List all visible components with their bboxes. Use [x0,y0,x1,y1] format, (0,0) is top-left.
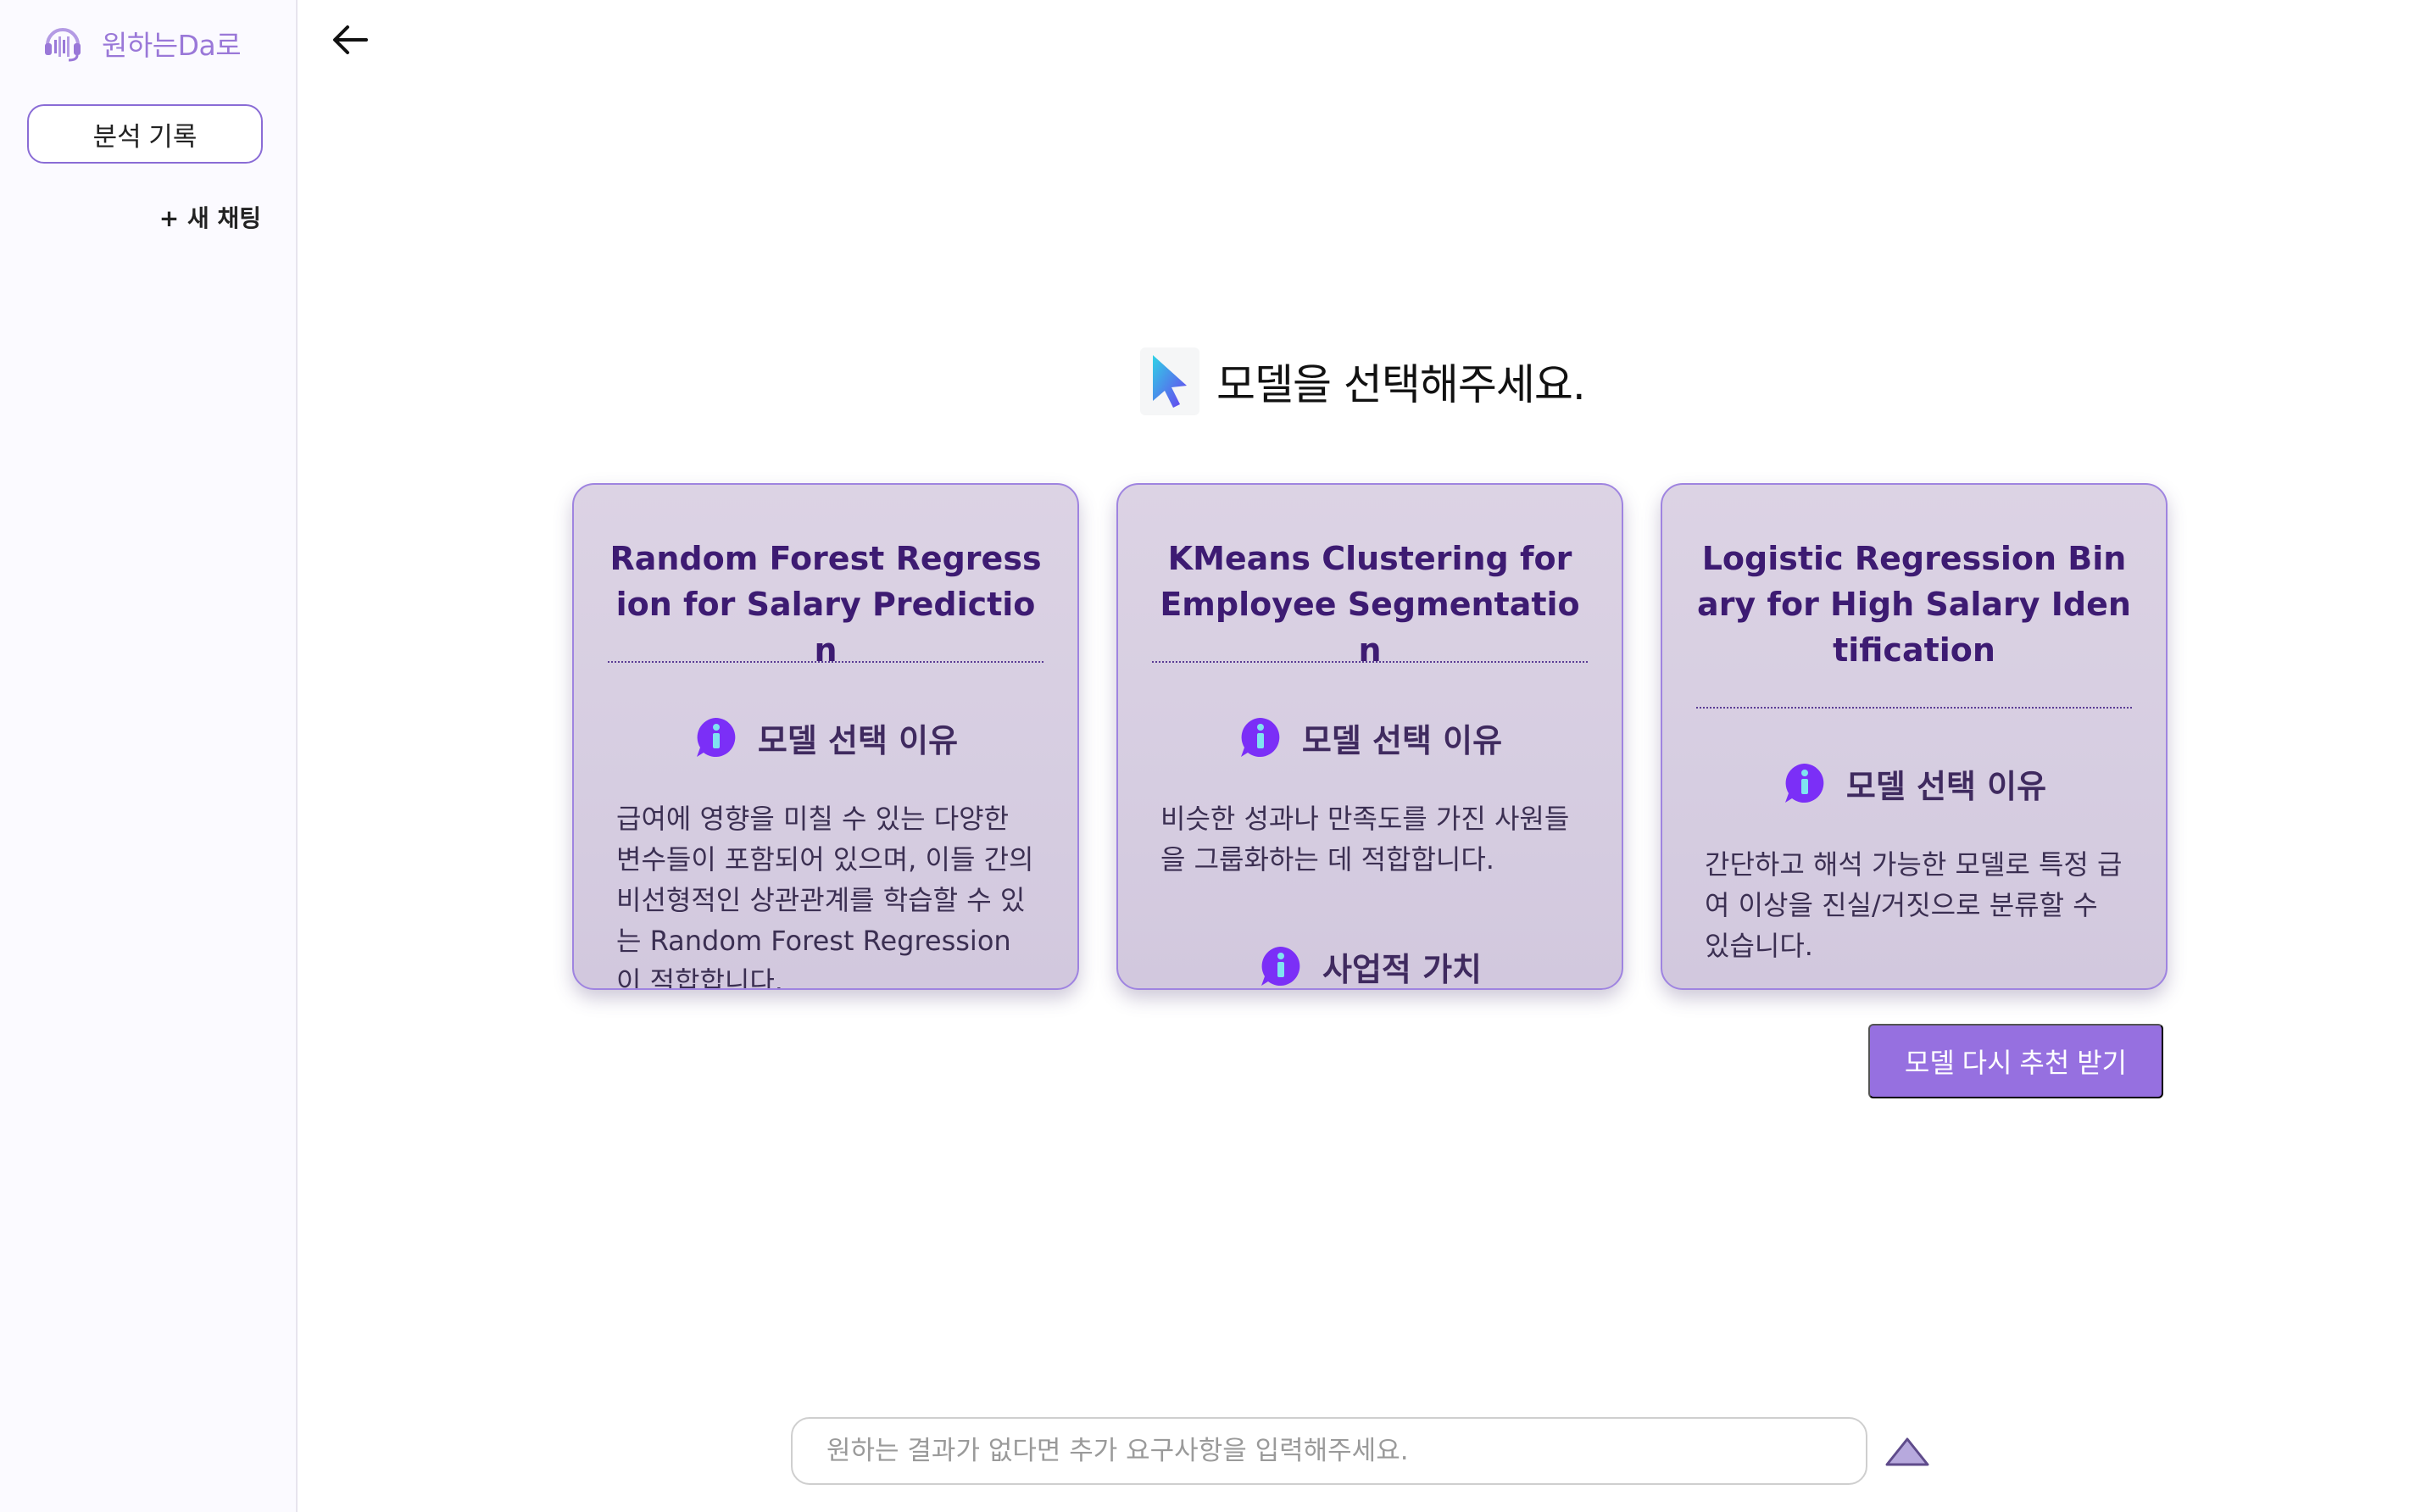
cursor-pointer-icon [1140,347,1199,415]
section-reason: 모델 선택 이유 [1118,714,1622,761]
info-icon [1261,946,1300,986]
card-divider [1696,707,2132,709]
new-chat-button[interactable]: + 새 채팅 [159,200,261,234]
model-card-logistic-regression[interactable]: Logistic Regression Binary for High Sala… [1661,483,2168,990]
section-label: 사업적 가치 [1322,950,1483,988]
brand[interactable]: 원하는Da로 [42,20,242,66]
info-icon [696,717,736,757]
card-divider [608,661,1043,663]
model-card-title: KMeans Clustering for Employee Segmentat… [1160,540,1580,669]
model-card-random-forest[interactable]: Random Forest Regression for Salary Pred… [572,483,1079,990]
section-body: 비슷한 성과나 만족도를 가진 사원들을 그룹화하는 데 적합합니다. [1160,803,1570,876]
model-card-title: Random Forest Regression for Salary Pred… [609,540,1042,669]
page-heading: 모델을 선택해주세요. [1140,347,1586,415]
section-business-value: 사업적 가치 [1118,942,1622,988]
section-reason: 모델 선택 이유 [1662,759,2166,807]
page-title: 모델을 선택해주세요. [1216,360,1586,409]
sidebar: 원하는Da로 분석 기록 + 새 채팅 [0,0,298,1512]
model-card-title: Logistic Regression Binary for High Sala… [1697,540,2131,669]
section-body: 급여에 영향을 미칠 수 있는 다양한 변수들이 포함되어 있으며, 이들 간의… [616,803,1034,988]
requirements-input[interactable] [791,1417,1867,1485]
model-card-kmeans[interactable]: KMeans Clustering for Employee Segmentat… [1116,483,1623,990]
headset-logo-icon [45,28,81,62]
brand-name: 원하는Da로 [102,29,242,62]
arrow-left-icon[interactable] [329,19,371,61]
rerecommend-models-button[interactable]: 모델 다시 추천 받기 [1868,1024,2163,1098]
section-label: 모델 선택 이유 [1301,721,1503,759]
card-divider [1152,661,1588,663]
info-icon [1240,717,1280,757]
info-icon [1784,763,1824,803]
section-label: 모델 선택 이유 [1845,767,2047,805]
section-reason: 모델 선택 이유 [574,714,1077,761]
send-triangle-icon[interactable] [1882,1432,1933,1470]
section-label: 모델 선택 이유 [757,721,959,759]
section-body: 간단하고 해석 가능한 모델로 특정 급여 이상을 진실/거짓으로 분류할 수 … [1705,848,2123,962]
analysis-history-button[interactable]: 분석 기록 [27,104,263,164]
